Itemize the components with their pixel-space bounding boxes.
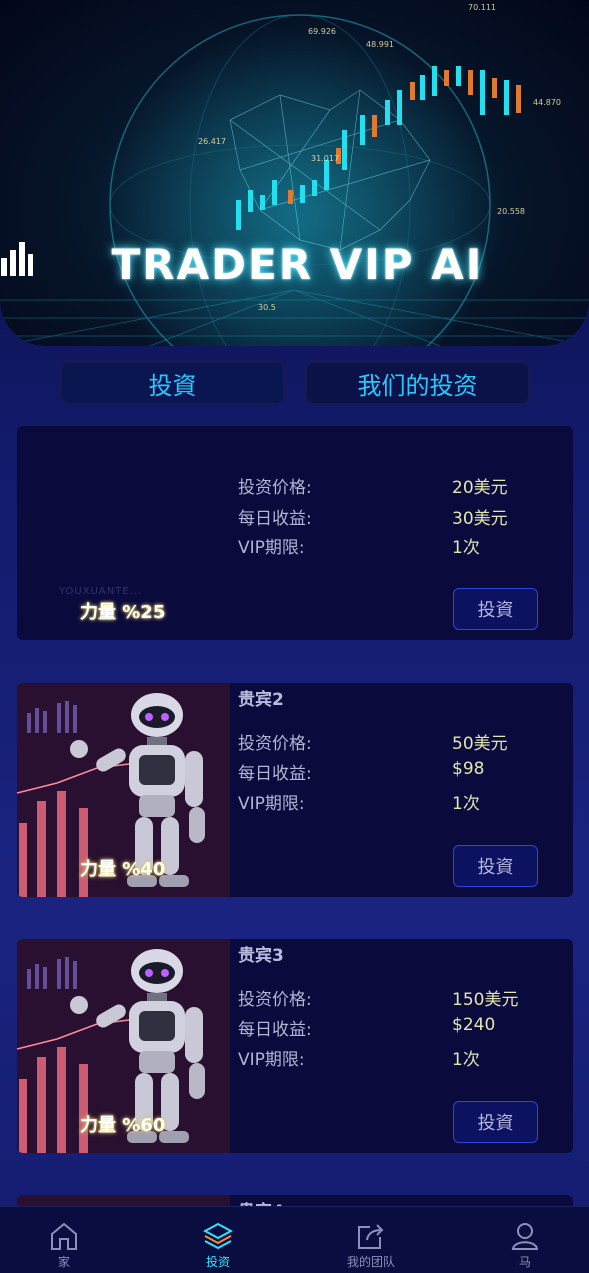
power-label: 力量 %25	[80, 602, 166, 623]
home-icon	[51, 1222, 77, 1250]
price-value: 50美元	[452, 734, 508, 754]
vip-term-value: 1次	[452, 794, 480, 814]
nav-label: 投资	[205, 1255, 230, 1269]
banner-title: TRADER VIP AI	[0, 240, 589, 289]
daily-income-label: 每日收益:	[238, 764, 312, 784]
daily-income-label: 每日收益:	[238, 509, 312, 529]
watermark: YOUXUANTE...	[59, 586, 143, 597]
globe-chart-graphic: 70.111 69.926 48.991 44.870 26.417 31.01…	[0, 0, 589, 346]
invest-button[interactable]: 投資	[453, 1101, 538, 1143]
card-title: 贵宾2	[238, 690, 284, 710]
vip-card: 力量 %40 贵宾2 投资价格: 50美元 每日收益: $98 VIP期限: 1…	[17, 683, 573, 897]
tab-invest[interactable]: 投資	[59, 360, 286, 406]
layers-icon	[203, 1222, 233, 1250]
vip-card: 力量 %60 贵宾3 投资价格: 150美元 每日收益: $240 VIP期限:…	[17, 939, 573, 1153]
nav-item-invest[interactable]: 投资	[158, 1207, 278, 1273]
share-icon	[358, 1224, 384, 1249]
vip-term-label: VIP期限:	[238, 794, 305, 814]
power-label: 力量 %40	[80, 859, 166, 880]
daily-income-value: $98	[452, 759, 485, 779]
tab-our-investments[interactable]: 我们的投资	[304, 360, 531, 406]
vip-term-label: VIP期限:	[238, 1050, 305, 1070]
nav-label: 我的团队	[346, 1255, 395, 1269]
price-value: 150美元	[452, 990, 519, 1010]
banner-number: 26.417	[198, 137, 226, 146]
vip-term-value: 1次	[452, 538, 480, 558]
vip-card: YOUXUANTE... 力量 %25 投资价格: 20美元 每日收益: 30美…	[17, 426, 573, 640]
nav-item-home[interactable]: 家	[4, 1207, 124, 1273]
power-label: 力量 %60	[80, 1115, 166, 1136]
price-label: 投资价格:	[238, 478, 312, 498]
nav-label: 家	[57, 1255, 70, 1269]
banner-number: 30.5	[258, 303, 276, 312]
tab-bar: 投資 我们的投资	[59, 360, 531, 406]
daily-income-value: 30美元	[452, 509, 508, 529]
banner-number: 20.558	[497, 207, 525, 216]
invest-button[interactable]: 投資	[453, 588, 538, 630]
price-label: 投资价格:	[238, 990, 312, 1010]
daily-income-label: 每日收益:	[238, 1020, 312, 1040]
vip-term-label: VIP期限:	[238, 538, 305, 558]
bottom-nav: 家 投资 我的团队 马	[0, 1206, 589, 1273]
banner-number: 70.111	[468, 3, 496, 12]
card-title: 贵宾3	[238, 946, 284, 966]
nav-item-profile[interactable]: 马	[465, 1207, 585, 1273]
nav-item-my-team[interactable]: 我的团队	[311, 1207, 431, 1273]
user-icon	[511, 1223, 539, 1250]
banner-number: 48.991	[366, 40, 394, 49]
invest-button[interactable]: 投資	[453, 845, 538, 887]
daily-income-value: $240	[452, 1015, 496, 1035]
price-value: 20美元	[452, 478, 508, 498]
hero-banner: 70.111 69.926 48.991 44.870 26.417 31.01…	[0, 0, 589, 346]
nav-label: 马	[518, 1255, 531, 1269]
banner-number: 44.870	[533, 98, 561, 107]
price-label: 投资价格:	[238, 734, 312, 754]
vip-term-value: 1次	[452, 1050, 480, 1070]
banner-number: 69.926	[308, 27, 336, 36]
banner-title-text: TRADER VIP AI	[111, 240, 484, 289]
banner-number: 31.017	[311, 154, 339, 163]
